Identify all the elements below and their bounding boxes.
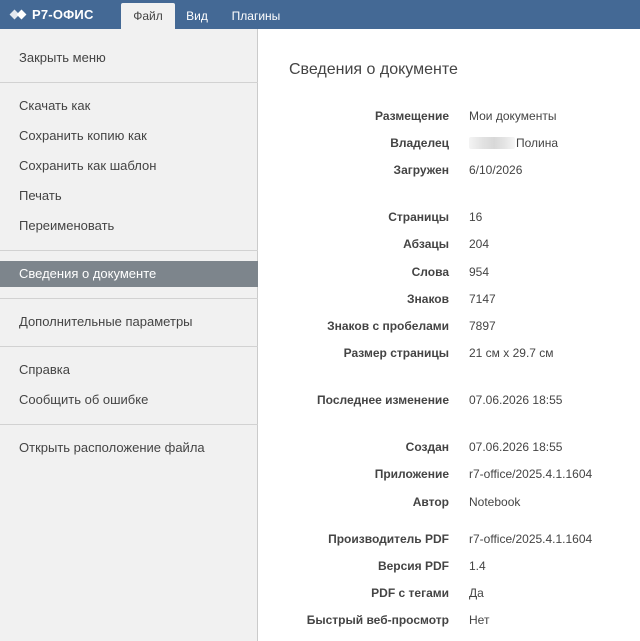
info-row-pdf-producer: Производитель PDF r7-office/2025.4.1.160… xyxy=(259,532,640,550)
tab-plugins[interactable]: Плагины xyxy=(223,3,289,29)
pdf-producer-value: r7-office/2025.4.1.1604 xyxy=(469,532,593,546)
menu-divider xyxy=(0,346,258,347)
menu-divider xyxy=(0,424,258,425)
info-row-last-modified: Последнее изменение 07.06.2026 18:55 xyxy=(259,393,640,411)
fast-web-view-label: Быстрый веб-просмотр xyxy=(306,613,449,627)
menu-open-file-location[interactable]: Открыть расположение файла xyxy=(0,435,258,461)
owner-value: Полина xyxy=(516,136,559,150)
author-label: Автор xyxy=(412,495,449,509)
tab-file[interactable]: Файл xyxy=(121,3,175,29)
menu-rename[interactable]: Переименовать xyxy=(0,213,258,239)
info-row-created: Создан 07.06.2026 18:55 xyxy=(259,440,640,458)
menu-save-copy-as[interactable]: Сохранить копию как xyxy=(0,123,258,149)
app-logo: Р7-ОФИС xyxy=(9,0,94,29)
last-modified-label: Последнее изменение xyxy=(317,393,449,407)
menu-divider xyxy=(0,298,258,299)
paragraphs-value: 204 xyxy=(469,237,490,251)
pdf-producer-label: Производитель PDF xyxy=(328,532,449,546)
application-label: Приложение xyxy=(374,467,449,481)
pdf-version-value: 1.4 xyxy=(469,559,486,573)
info-row-symbols-with-spaces: Знаков с пробелами 7897 xyxy=(259,319,640,337)
paragraphs-label: Абзацы xyxy=(403,237,449,251)
tagged-pdf-value: Да xyxy=(469,586,484,600)
info-row-application: Приложение r7-office/2025.4.1.1604 xyxy=(259,467,640,485)
menu-download-as[interactable]: Скачать как xyxy=(0,93,258,119)
document-info-panel: Сведения о документе Размещение Мои доку… xyxy=(259,29,640,641)
menu-report-bug[interactable]: Сообщить об ошибке xyxy=(0,387,258,413)
tagged-pdf-label: PDF с тегами xyxy=(371,586,449,600)
menu-document-info[interactable]: Сведения о документе xyxy=(0,261,258,287)
file-menu-sidebar: Закрыть меню Скачать как Сохранить копию… xyxy=(0,29,258,641)
pages-value: 16 xyxy=(469,210,483,224)
tab-view[interactable]: Вид xyxy=(179,3,215,29)
fast-web-view-value: Нет xyxy=(469,613,490,627)
info-row-words: Слова 954 xyxy=(259,265,640,283)
menu-help[interactable]: Справка xyxy=(0,357,258,383)
menu-divider xyxy=(0,82,258,83)
menu-print[interactable]: Печать xyxy=(0,183,258,209)
pdf-version-label: Версия PDF xyxy=(377,559,449,573)
top-menu-bar: Р7-ОФИС Файл Вид Плагины xyxy=(0,0,640,29)
words-value: 954 xyxy=(469,265,490,279)
info-row-uploaded: Загружен 6/10/2026 xyxy=(259,163,640,181)
logo-text: Р7-ОФИС xyxy=(32,7,94,22)
info-row-symbols: Знаков 7147 xyxy=(259,292,640,310)
location-label: Размещение xyxy=(375,109,449,123)
owner-label: Владелец xyxy=(390,136,449,150)
info-row-owner: Владелец Полина xyxy=(259,136,640,154)
page-size-label: Размер страницы xyxy=(343,346,449,360)
info-row-location: Размещение Мои документы xyxy=(259,109,640,127)
info-row-pdf-version: Версия PDF 1.4 xyxy=(259,559,640,577)
created-value: 07.06.2026 18:55 xyxy=(469,440,563,454)
page-size-value: 21 см x 29.7 см xyxy=(469,346,554,360)
application-value: r7-office/2025.4.1.1604 xyxy=(469,467,593,481)
symbols-label: Знаков xyxy=(407,292,449,306)
symbols-value: 7147 xyxy=(469,292,496,306)
uploaded-label: Загружен xyxy=(393,163,449,177)
owner-value-wrap: Полина xyxy=(469,136,558,150)
redacted-name-blur xyxy=(469,137,515,149)
info-row-pages: Страницы 16 xyxy=(259,210,640,228)
info-row-fast-web-view: Быстрый веб-просмотр Нет xyxy=(259,613,640,631)
created-label: Создан xyxy=(405,440,449,454)
menu-divider xyxy=(0,250,258,251)
pages-label: Страницы xyxy=(388,210,449,224)
panel-title: Сведения о документе xyxy=(289,61,458,78)
info-row-author: Автор Notebook xyxy=(259,495,640,513)
symbols-with-spaces-value: 7897 xyxy=(469,319,496,333)
menu-advanced-settings[interactable]: Дополнительные параметры xyxy=(0,309,258,335)
menu-save-as-template[interactable]: Сохранить как шаблон xyxy=(0,153,258,179)
symbols-with-spaces-label: Знаков с пробелами xyxy=(327,319,449,333)
info-row-paragraphs: Абзацы 204 xyxy=(259,237,640,255)
info-row-page-size: Размер страницы 21 см x 29.7 см xyxy=(259,346,640,364)
words-label: Слова xyxy=(411,265,449,279)
last-modified-value: 07.06.2026 18:55 xyxy=(469,393,563,407)
menu-close[interactable]: Закрыть меню xyxy=(0,45,258,71)
logo-diamond-icon xyxy=(9,9,28,21)
location-value: Мои документы xyxy=(469,109,557,123)
uploaded-value: 6/10/2026 xyxy=(469,163,523,177)
author-value: Notebook xyxy=(469,495,521,509)
info-row-tagged-pdf: PDF с тегами Да xyxy=(259,586,640,604)
